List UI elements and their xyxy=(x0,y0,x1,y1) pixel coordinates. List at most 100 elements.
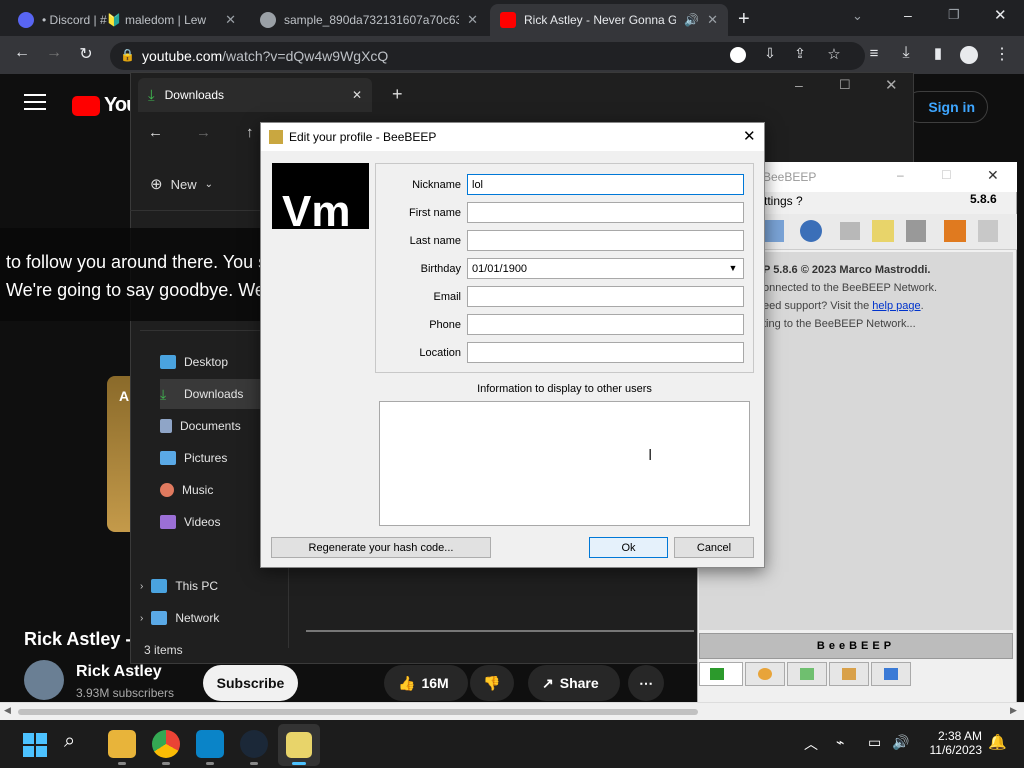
downloads-icon[interactable]: ⤓ xyxy=(894,44,918,62)
dislike-button[interactable]: 👎 xyxy=(470,665,514,701)
network-offline-icon[interactable]: ⌁ xyxy=(836,734,844,751)
birthday-input[interactable] xyxy=(467,258,744,279)
minimize-button[interactable]: – xyxy=(904,7,912,23)
close-icon[interactable]: ✕ xyxy=(352,88,362,102)
vcard-icon[interactable] xyxy=(764,220,784,242)
tab-users[interactable] xyxy=(699,662,743,686)
clock[interactable]: 2:38 AM 11/6/2023 xyxy=(926,729,983,757)
install-icon[interactable]: ⇩ xyxy=(758,45,782,62)
back-icon[interactable]: ← xyxy=(148,124,163,141)
avatar[interactable]: Vm xyxy=(272,163,369,229)
youtube-logo-icon[interactable] xyxy=(72,96,100,116)
menu-icon[interactable]: ⋮ xyxy=(990,44,1014,64)
file-explorer-icon[interactable] xyxy=(108,730,136,758)
maximize-button[interactable]: ☐ xyxy=(941,168,952,182)
volume-icon[interactable]: 🔊 xyxy=(892,734,909,751)
new-button[interactable]: ⊕ New ⌄ xyxy=(150,175,213,193)
scrollbar-thumb[interactable] xyxy=(18,709,698,715)
close-button[interactable]: ✕ xyxy=(743,127,756,145)
subscriber-count: 3.93M subscribers xyxy=(76,686,175,700)
desktop-icon xyxy=(160,355,176,369)
horizontal-scrollbar[interactable]: ◀ ▶ xyxy=(0,702,1024,720)
chat-icon[interactable] xyxy=(840,222,860,240)
browser-tab[interactable]: • Discord | #🔰 maledom | Lew ✕ xyxy=(8,4,246,36)
reload-icon[interactable]: ↻ xyxy=(74,44,98,64)
steam-icon[interactable] xyxy=(240,730,268,758)
last-name-input[interactable] xyxy=(467,230,744,251)
location-input[interactable] xyxy=(467,342,744,363)
cancel-button[interactable]: Cancel xyxy=(674,537,754,558)
email-input[interactable] xyxy=(467,286,744,307)
first-name-input[interactable] xyxy=(467,202,744,223)
restore-button[interactable]: ❐ xyxy=(948,7,960,23)
help-page-link[interactable]: help page xyxy=(872,300,920,312)
notification-bell-icon[interactable]: 🔔 xyxy=(988,733,1007,751)
start-windows-icon[interactable] xyxy=(20,730,48,758)
forward-icon[interactable]: → xyxy=(42,44,66,62)
audio-icon[interactable]: 🔊 xyxy=(684,13,699,27)
more-actions-button[interactable]: ⋯ xyxy=(628,665,664,701)
minimize-button[interactable]: – xyxy=(795,77,803,93)
email-label: Email xyxy=(433,291,461,303)
sign-in-button[interactable]: Sign in xyxy=(904,91,988,123)
close-icon[interactable]: ✕ xyxy=(467,12,478,28)
close-button[interactable]: ✕ xyxy=(987,167,999,184)
address-bar[interactable]: 🔒 youtube.com/watch?v=dQw4w9WgXcQ xyxy=(110,42,865,70)
chevron-up-icon[interactable]: ︿ xyxy=(804,734,818,754)
network-status-icon[interactable] xyxy=(800,220,822,242)
phone-input[interactable] xyxy=(467,314,744,335)
chevron-right-icon: › xyxy=(140,580,144,592)
display-icon[interactable]: ▭ xyxy=(868,734,881,751)
close-window-button[interactable]: ✕ xyxy=(994,6,1007,24)
tab-search-icon[interactable]: ⌄ xyxy=(852,8,863,24)
media-icon[interactable]: ≡ xyxy=(862,45,886,62)
channel-avatar[interactable] xyxy=(24,660,64,700)
tab-chats[interactable] xyxy=(787,662,827,686)
menu-bar[interactable]: ttings ? xyxy=(764,194,803,208)
browser-tab-active[interactable]: Rick Astley - Never Gonna Gi 🔊 ✕ xyxy=(490,4,728,36)
tab-shares[interactable] xyxy=(829,662,869,686)
tab-files[interactable] xyxy=(871,662,911,686)
tree-item-this-pc[interactable]: › This PC xyxy=(140,571,280,601)
scroll-right-icon[interactable]: ▶ xyxy=(1010,705,1017,716)
edit-icon[interactable] xyxy=(872,220,894,242)
chevron-down-icon[interactable]: ▼ xyxy=(724,259,742,278)
hamburger-icon[interactable] xyxy=(24,94,46,110)
chrome-icon[interactable] xyxy=(152,730,180,758)
new-tab-button[interactable]: + xyxy=(738,8,750,31)
share-icon[interactable]: ⇪ xyxy=(788,45,812,62)
up-icon[interactable]: ↑ xyxy=(246,124,254,141)
tab-groups[interactable] xyxy=(745,662,785,686)
browser-tab[interactable]: sample_890da732131607a70c63 ✕ xyxy=(250,4,488,36)
search-icon[interactable]: ⌕ xyxy=(64,730,75,753)
google-icon[interactable] xyxy=(730,47,746,63)
nickname-input[interactable] xyxy=(467,174,744,195)
profile-icon[interactable] xyxy=(960,46,978,64)
maximize-button[interactable]: ☐ xyxy=(839,77,851,93)
bookmark-star-icon[interactable]: ☆ xyxy=(822,45,846,63)
scroll-left-icon[interactable]: ◀ xyxy=(4,705,11,716)
ok-button[interactable]: Ok xyxy=(589,537,668,558)
close-icon[interactable]: ✕ xyxy=(707,12,718,28)
like-button[interactable]: 👍 16M xyxy=(384,665,468,701)
beebeep-taskbar-button[interactable] xyxy=(278,724,320,766)
regenerate-hash-button[interactable]: Regenerate your hash code... xyxy=(271,537,491,558)
share-button[interactable]: ↗ Share xyxy=(528,665,620,701)
app-window-icon[interactable] xyxy=(196,730,224,758)
explorer-tab[interactable]: ⤓ Downloads ✕ xyxy=(138,78,372,112)
forward-icon[interactable]: → xyxy=(196,124,211,141)
new-tab-icon[interactable]: + xyxy=(392,84,403,105)
info-textarea[interactable]: I xyxy=(379,401,750,526)
nav-label: Pictures xyxy=(184,451,228,465)
back-icon[interactable]: ← xyxy=(10,44,34,62)
channel-name[interactable]: Rick Astley xyxy=(76,663,162,681)
update-icon[interactable] xyxy=(944,220,966,242)
minimize-button[interactable]: – xyxy=(897,168,904,182)
tools-icon[interactable] xyxy=(906,220,926,242)
close-button[interactable]: ✕ xyxy=(885,76,898,94)
subscribe-button[interactable]: Subscribe xyxy=(203,665,298,701)
close-icon[interactable]: ✕ xyxy=(225,12,236,28)
side-panel-icon[interactable]: ▮ xyxy=(926,44,950,62)
trash-icon[interactable] xyxy=(978,220,998,242)
tree-item-network[interactable]: › Network xyxy=(140,603,280,633)
